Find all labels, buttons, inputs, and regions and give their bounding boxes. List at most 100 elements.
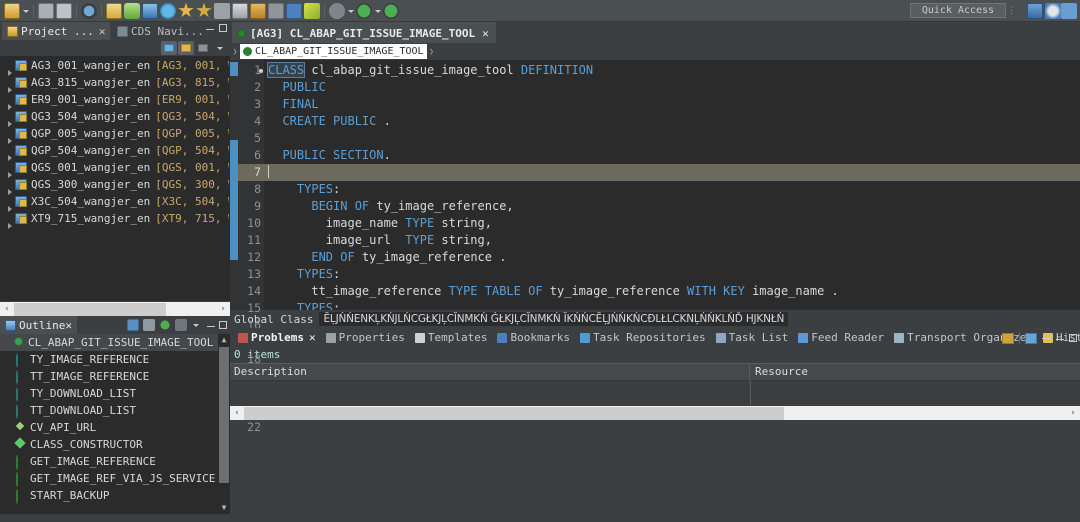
- perspective-debug-icon[interactable]: [1045, 3, 1061, 19]
- archive-icon[interactable]: [268, 3, 284, 19]
- code-line[interactable]: CLASS cl_abap_git_issue_image_tool DEFIN…: [264, 62, 1080, 79]
- hide-fields-button[interactable]: [175, 319, 187, 331]
- line-number[interactable]: 1: [238, 62, 264, 79]
- code-line[interactable]: TYPES:: [264, 266, 1080, 283]
- minimize-icon[interactable]: [207, 321, 215, 329]
- line-number[interactable]: 5: [238, 130, 264, 147]
- outline-item[interactable]: START_BACKUP: [0, 487, 230, 504]
- globe-icon[interactable]: [160, 3, 176, 19]
- view-menu-button[interactable]: [212, 41, 228, 55]
- line-number[interactable]: 12: [238, 249, 264, 266]
- code-line[interactable]: [264, 130, 1080, 147]
- code-line[interactable]: TYPES:: [264, 181, 1080, 198]
- line-number[interactable]: 6: [238, 147, 264, 164]
- outline-item[interactable]: CLASS_CONSTRUCTOR: [0, 436, 230, 453]
- mail-icon[interactable]: [142, 3, 158, 19]
- view-menu-icon[interactable]: [1025, 333, 1037, 344]
- code-line[interactable]: CREATE PUBLIC .: [264, 113, 1080, 130]
- run-icon[interactable]: [329, 3, 345, 19]
- tab-project-explorer[interactable]: Project ... ✕: [2, 22, 110, 40]
- code-line[interactable]: [264, 164, 1080, 181]
- close-icon[interactable]: ✕: [99, 25, 106, 38]
- column-header-description[interactable]: Description: [230, 363, 750, 381]
- line-number[interactable]: 2: [238, 79, 264, 96]
- code-line[interactable]: tt_image_reference TYPE TABLE OF ty_imag…: [264, 283, 1080, 300]
- run-dropdown-arrow-icon[interactable]: [346, 4, 355, 18]
- code-line[interactable]: image_name TYPE string,: [264, 215, 1080, 232]
- line-number[interactable]: 13: [238, 266, 264, 283]
- transport-icon[interactable]: [286, 3, 302, 19]
- line-number[interactable]: 9: [238, 198, 264, 215]
- line-number[interactable]: 3: [238, 96, 264, 113]
- code-line[interactable]: BEGIN OF ty_image_reference,: [264, 198, 1080, 215]
- scroll-up-icon[interactable]: ▲: [218, 334, 230, 346]
- scroll-right-icon[interactable]: ›: [1066, 406, 1080, 421]
- tree-item[interactable]: QGP_504_wangjer_en[QGP, 504, WA: [1, 142, 229, 159]
- line-number[interactable]: 15: [238, 300, 264, 317]
- code-line[interactable]: END OF ty_image_reference .: [264, 249, 1080, 266]
- project-tree-hscrollbar[interactable]: ‹ ›: [0, 301, 230, 316]
- scroll-left-icon[interactable]: ‹: [0, 302, 14, 317]
- collapse-icon[interactable]: [1056, 334, 1064, 342]
- filter-button[interactable]: [195, 41, 211, 55]
- bottom-tab-problems[interactable]: Problems✕: [233, 328, 321, 347]
- toolbar-overflow-icon[interactable]: ⋮: [1007, 6, 1016, 16]
- tree-item[interactable]: AG3_815_wangjer_en[AG3, 815, WA: [1, 74, 229, 91]
- code-line[interactable]: FINAL: [264, 96, 1080, 113]
- lock-icon[interactable]: [232, 3, 248, 19]
- outline-item[interactable]: TY_DOWNLOAD_LIST: [0, 385, 230, 402]
- vscrollbar-thumb[interactable]: [219, 347, 229, 483]
- outline-item[interactable]: CV_API_URL: [0, 419, 230, 436]
- tree-item[interactable]: QG3_504_wangjer_en[QG3, 504, WA: [1, 108, 229, 125]
- package-icon[interactable]: [250, 3, 266, 19]
- tree-item[interactable]: QGP_005_wangjer_en[QGP, 005, WA: [1, 125, 229, 142]
- minimize-icon[interactable]: [206, 24, 214, 32]
- new-file-dropdown-arrow-icon[interactable]: [21, 4, 30, 18]
- tree-item[interactable]: XT9_715_wangjer_en[XT9, 715, WA: [1, 210, 229, 227]
- sort-button[interactable]: [127, 319, 139, 331]
- line-number[interactable]: 10: [238, 215, 264, 232]
- open-perspective-icon[interactable]: [1061, 3, 1077, 19]
- collapse-all-button[interactable]: [161, 41, 177, 55]
- marker-bar[interactable]: [230, 60, 238, 310]
- line-number[interactable]: 22: [238, 419, 264, 436]
- filter-public-button[interactable]: [159, 319, 171, 331]
- new-file-icon[interactable]: [4, 3, 20, 19]
- tree-item[interactable]: QGS_300_wangjer_en[QGS, 300, WA: [1, 176, 229, 193]
- code-editor[interactable]: 12345678910111213141516171819202122 CLAS…: [230, 60, 1080, 310]
- tab-cds-navigator[interactable]: CDS Navi...: [112, 22, 209, 40]
- bottom-tab-task-repositories[interactable]: Task Repositories: [575, 328, 711, 347]
- scroll-down-icon[interactable]: ▼: [218, 502, 230, 514]
- outline-tree[interactable]: ▲ ▼ CL_ABAP_GIT_ISSUE_IMAGE_TOOLTY_IMAGE…: [0, 334, 230, 514]
- maximize-icon[interactable]: [1069, 334, 1077, 342]
- bottom-tab-feed-reader[interactable]: Feed Reader: [793, 328, 889, 347]
- outline-vscrollbar[interactable]: ▲ ▼: [218, 334, 230, 514]
- close-icon[interactable]: ✕: [65, 319, 72, 332]
- scroll-right-icon[interactable]: ›: [216, 302, 230, 317]
- tree-item[interactable]: X3C_504_wangjer_en[X3C, 504, WA: [1, 193, 229, 210]
- line-number[interactable]: 14: [238, 283, 264, 300]
- tree-item[interactable]: ER9_001_wangjer_en[ER9, 001, WA: [1, 91, 229, 108]
- outline-item[interactable]: CL_ABAP_GIT_ISSUE_IMAGE_TOOL: [0, 334, 230, 351]
- profile-icon[interactable]: [383, 3, 399, 19]
- debug-dropdown-arrow-icon[interactable]: [373, 4, 382, 18]
- hscrollbar-thumb[interactable]: [14, 303, 166, 316]
- line-number[interactable]: 11: [238, 232, 264, 249]
- group-button[interactable]: [143, 319, 155, 331]
- tab-outline[interactable]: Outline ✕: [0, 316, 77, 334]
- save-all-icon[interactable]: [56, 3, 72, 19]
- chevron-right-icon[interactable]: ❯: [427, 47, 437, 56]
- project-tree[interactable]: AG3_001_wangjer_en[AG3, 001, WAAG3_815_w…: [0, 56, 230, 301]
- maximize-icon[interactable]: [219, 321, 227, 329]
- close-icon[interactable]: ✕: [482, 27, 489, 40]
- debug-icon[interactable]: [356, 3, 372, 19]
- breadcrumb-class-segment[interactable]: CL_ABAP_GIT_ISSUE_IMAGE_TOOL: [240, 44, 427, 59]
- pen-icon[interactable]: [304, 3, 320, 19]
- tree-item[interactable]: QGS_001_wangjer_en[QGS, 001, WA: [1, 159, 229, 176]
- line-number[interactable]: 4: [238, 113, 264, 130]
- key-icon[interactable]: [124, 3, 140, 19]
- code-text[interactable]: CLASS cl_abap_git_issue_image_tool DEFIN…: [264, 60, 1080, 310]
- link-with-editor-button[interactable]: [178, 41, 194, 55]
- scroll-left-icon[interactable]: ‹: [230, 406, 244, 421]
- asterisk-icon[interactable]: [178, 3, 194, 19]
